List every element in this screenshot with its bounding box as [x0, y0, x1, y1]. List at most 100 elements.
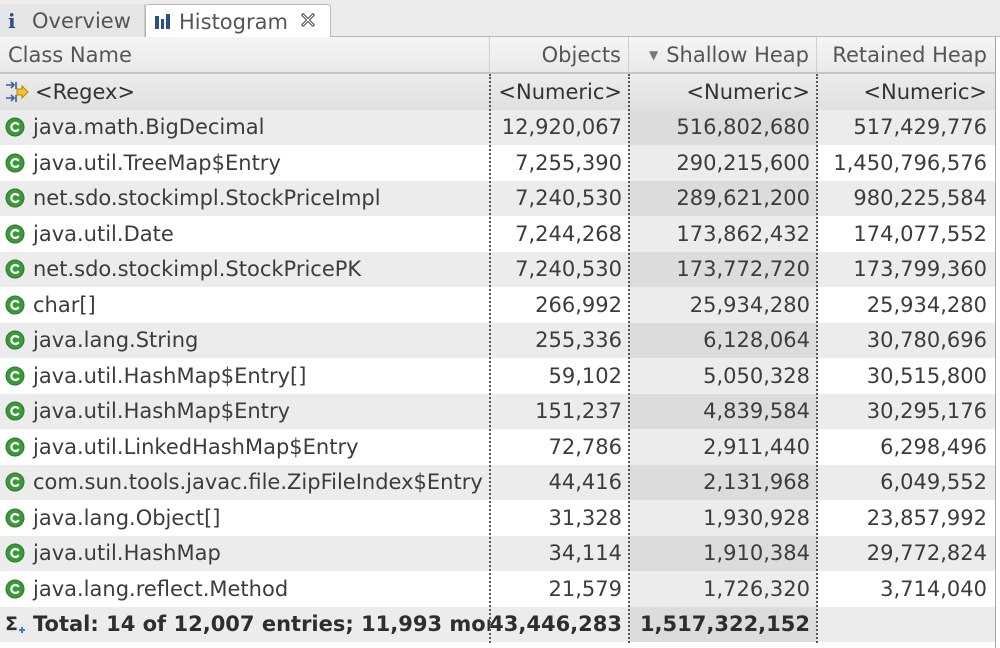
- class-name-cell: java.util.TreeMap$Entry: [0, 145, 490, 181]
- retained-heap-cell: 517,429,776: [817, 110, 995, 146]
- table-row[interactable]: com.sun.tools.javac.file.ZipFileIndex$En…: [0, 464, 995, 501]
- total-objects-value: 43,446,283: [490, 612, 622, 637]
- tab-overview[interactable]: i Overview: [0, 4, 145, 37]
- class-name-filter[interactable]: <Regex>: [0, 74, 490, 110]
- class-name-cell: java.util.Date: [0, 216, 490, 252]
- tab-histogram[interactable]: Histogram: [145, 4, 331, 38]
- total-retained-heap: [817, 606, 995, 642]
- class-icon: [5, 543, 25, 563]
- retained-heap-cell: 25,934,280: [817, 287, 995, 323]
- close-tab-icon[interactable]: [300, 12, 316, 32]
- retained-heap-value: 980,225,584: [853, 186, 987, 211]
- objects-value: 31,328: [548, 505, 622, 530]
- retained-heap-cell: 3,714,040: [817, 571, 995, 607]
- class-name-cell: java.util.LinkedHashMap$Entry: [0, 429, 490, 465]
- shallow-heap-value: 2,131,968: [703, 470, 810, 495]
- shallow-heap-cell: 173,772,720: [629, 251, 817, 287]
- class-icon: [5, 579, 25, 599]
- table-row[interactable]: java.util.TreeMap$Entry 7,255,390 290,21…: [0, 145, 995, 181]
- histogram-table: Class Name Objects ▼ Shallow Heap Retain…: [0, 37, 996, 648]
- objects-value: 7,240,530: [515, 257, 622, 282]
- filter-placeholder: <Numeric>: [863, 79, 987, 104]
- class-name-cell: com.sun.tools.javac.file.ZipFileIndex$En…: [0, 465, 490, 501]
- class-name: java.math.BigDecimal: [33, 115, 265, 140]
- shallow-heap-value: 2,911,440: [703, 434, 810, 459]
- objects-cell: 12,920,067: [490, 110, 629, 146]
- column-label: Class Name: [8, 42, 132, 67]
- shallow-heap-cell: 2,131,968: [629, 464, 817, 500]
- table-row[interactable]: java.lang.reflect.Method 21,579 1,726,32…: [0, 571, 995, 607]
- column-header-objects[interactable]: Objects: [490, 37, 629, 72]
- tab-label: Histogram: [179, 9, 288, 34]
- column-label: Shallow Heap: [666, 42, 809, 67]
- retained-heap-cell: 6,049,552: [817, 465, 995, 501]
- table-row[interactable]: java.util.HashMap 34,114 1,910,384 29,77…: [0, 535, 995, 571]
- class-name: java.util.TreeMap$Entry: [33, 150, 281, 175]
- column-header-retained-heap[interactable]: Retained Heap: [817, 37, 995, 72]
- table-row[interactable]: java.math.BigDecimal 12,920,067 516,802,…: [0, 109, 995, 146]
- table-row[interactable]: java.util.LinkedHashMap$Entry 72,786 2,9…: [0, 429, 995, 465]
- sort-descending-icon: ▼: [648, 47, 659, 62]
- column-separator: [489, 74, 491, 643]
- shallow-heap-value: 173,772,720: [676, 257, 810, 282]
- tab-label: Overview: [32, 8, 131, 33]
- objects-value: 7,244,268: [515, 221, 622, 246]
- class-icon: [5, 366, 25, 386]
- retained-heap-value: 30,295,176: [866, 399, 987, 424]
- objects-cell: 59,102: [490, 358, 629, 394]
- table-row[interactable]: java.util.HashMap$Entry 151,237 4,839,58…: [0, 393, 995, 430]
- objects-cell: 31,328: [490, 500, 629, 536]
- class-icon: [5, 153, 25, 173]
- retained-heap-value: 517,429,776: [853, 115, 987, 140]
- column-header-shallow-heap[interactable]: ▼ Shallow Heap: [629, 37, 817, 72]
- objects-cell: 7,240,530: [490, 252, 629, 288]
- table-row[interactable]: java.util.Date 7,244,268 173,862,432 174…: [0, 216, 995, 252]
- shallow-heap-value: 289,621,200: [676, 186, 810, 211]
- table-row[interactable]: java.util.HashMap$Entry[] 59,102 5,050,3…: [0, 358, 995, 394]
- class-icon: [5, 330, 25, 350]
- shallow-heap-value: 1,930,928: [703, 505, 810, 530]
- retained-heap-cell: 30,780,696: [817, 323, 995, 359]
- objects-value: 151,237: [535, 399, 622, 424]
- column-separator: [816, 74, 818, 643]
- objects-cell: 255,336: [490, 323, 629, 359]
- shallow-heap-value: 25,934,280: [689, 292, 810, 317]
- objects-filter[interactable]: <Numeric>: [490, 74, 629, 110]
- class-icon: [5, 472, 25, 492]
- retained-heap-value: 1,450,796,576: [833, 150, 987, 175]
- shallow-heap-cell: 2,911,440: [629, 429, 817, 465]
- table-row[interactable]: char[] 266,992 25,934,280 25,934,280: [0, 287, 995, 323]
- column-label: Objects: [541, 42, 621, 67]
- shallow-heap-value: 173,862,432: [676, 221, 810, 246]
- class-name-cell: java.math.BigDecimal: [0, 110, 490, 146]
- shallow-heap-value: 4,839,584: [703, 399, 810, 424]
- filter-placeholder: <Regex>: [35, 79, 136, 104]
- retained-heap-cell: 173,799,360: [817, 252, 995, 288]
- shallow-heap-value: 5,050,328: [703, 363, 810, 388]
- retained-heap-cell: 30,295,176: [817, 394, 995, 430]
- shallow-heap-value: 516,802,680: [676, 115, 810, 140]
- retained-heap-value: 23,857,992: [866, 505, 987, 530]
- objects-cell: 151,237: [490, 394, 629, 430]
- class-name: java.util.LinkedHashMap$Entry: [33, 434, 359, 459]
- class-name-cell: net.sdo.stockimpl.StockPriceImpl: [0, 181, 490, 217]
- retained-heap-cell: 1,450,796,576: [817, 145, 995, 181]
- table-row[interactable]: java.lang.String 255,336 6,128,064 30,78…: [0, 322, 995, 359]
- shallow-heap-value: 1,910,384: [703, 541, 810, 566]
- objects-value: 255,336: [535, 328, 622, 353]
- total-label[interactable]: Total: 14 of 12,007 entries; 11,993 more: [33, 612, 490, 636]
- class-name-cell: java.lang.Object[]: [0, 500, 490, 536]
- table-row[interactable]: net.sdo.stockimpl.StockPricePK 7,240,530…: [0, 251, 995, 288]
- class-name: java.lang.Object[]: [33, 505, 221, 530]
- sigma-plus-icon: Σ: [5, 613, 25, 635]
- table-row[interactable]: java.lang.Object[] 31,328 1,930,928 23,8…: [0, 500, 995, 536]
- class-icon: [5, 437, 25, 457]
- column-header-class-name[interactable]: Class Name: [0, 37, 490, 72]
- shallow-heap-filter[interactable]: <Numeric>: [629, 74, 817, 110]
- retained-heap-cell: 30,515,800: [817, 358, 995, 394]
- objects-value: 266,992: [535, 292, 622, 317]
- class-icon: [5, 224, 25, 244]
- retained-heap-filter[interactable]: <Numeric>: [817, 74, 995, 110]
- table-row[interactable]: net.sdo.stockimpl.StockPriceImpl 7,240,5…: [0, 180, 995, 217]
- editor-tab-bar: i Overview Histogram: [0, 0, 1000, 38]
